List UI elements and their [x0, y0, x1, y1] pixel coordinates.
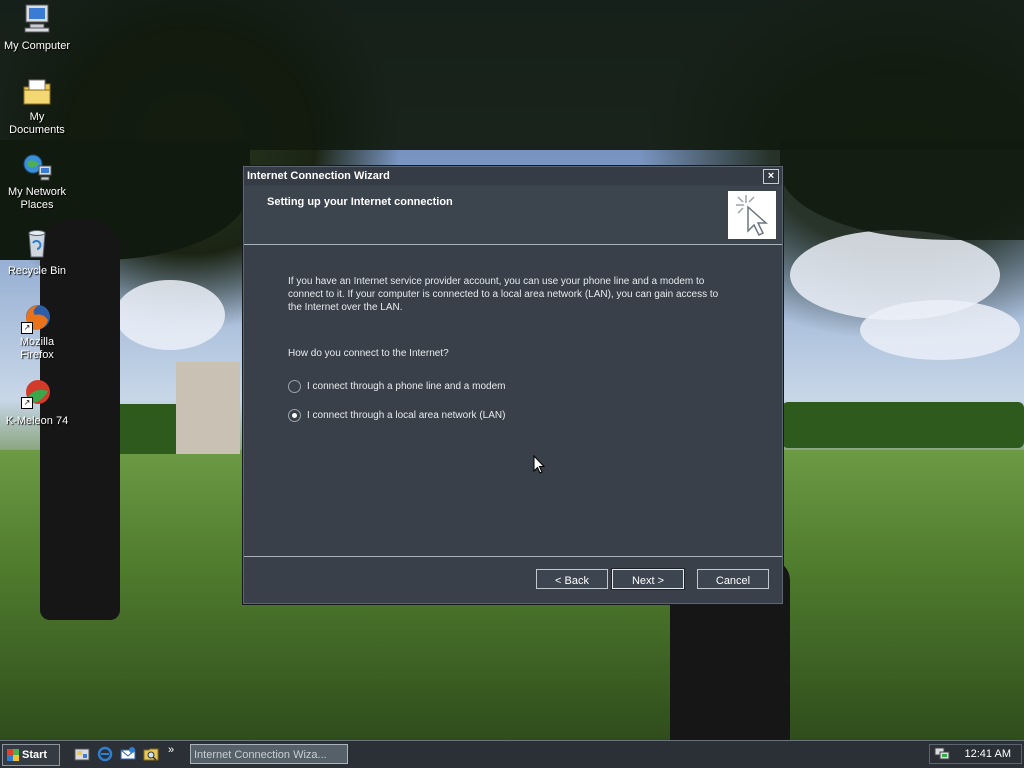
desktop-icon-label: K-Meleon 74	[5, 415, 69, 427]
cursor-sparkle-icon	[736, 195, 768, 237]
desktop-icon-label: My Documents	[9, 111, 65, 136]
wizard-header-title: Setting up your Internet connection	[267, 196, 453, 208]
tree-canopy	[0, 0, 1024, 150]
back-button[interactable]: < Back	[536, 569, 608, 589]
show-desktop-icon[interactable]	[74, 746, 90, 762]
desktop-icon-my-network-places[interactable]: My Network Places	[0, 152, 74, 213]
network-status-icon[interactable]	[934, 747, 950, 761]
system-clock[interactable]: 12:41 AM	[965, 748, 1011, 760]
system-tray: 12:41 AM	[929, 744, 1022, 764]
close-button[interactable]: ×	[763, 169, 779, 184]
wizard-content: If you have an Internet service provider…	[244, 246, 782, 557]
hedge	[782, 402, 1024, 448]
window-title: Internet Connection Wizard	[247, 170, 390, 182]
start-button[interactable]: Start	[2, 744, 60, 766]
option-label: I connect through a local area network (…	[307, 410, 506, 421]
mouse-pointer-icon	[533, 455, 545, 474]
desktop-icon-label: My Network Places	[7, 186, 67, 211]
cloud	[115, 280, 225, 350]
tree-canopy	[780, 140, 1024, 240]
taskbar: Start » Internet Connection Wiza... 12:4…	[0, 740, 1024, 768]
outlook-express-icon[interactable]	[120, 746, 136, 762]
desktop-icon-my-computer[interactable]: My Computer	[0, 2, 74, 54]
desktop: My Computer My Documents My Network Plac…	[0, 0, 1024, 768]
hedge	[112, 404, 186, 454]
wizard-intro-text: If you have an Internet service provider…	[288, 276, 719, 313]
internet-connection-wizard-window: Internet Connection Wizard × Setting up …	[242, 165, 784, 605]
internet-explorer-icon[interactable]	[97, 746, 113, 762]
cloud	[860, 300, 1020, 360]
close-icon: ×	[767, 170, 775, 182]
radio-phone-modem[interactable]	[288, 380, 301, 393]
taskbar-button-internet-connection-wizard[interactable]: Internet Connection Wiza...	[190, 744, 348, 764]
recycle-bin-icon	[21, 227, 53, 259]
desktop-icon-label: Mozilla Firefox	[19, 336, 55, 361]
desktop-icon-k-meleon[interactable]: ↗ K-Meleon 74	[0, 377, 74, 429]
k-meleon-icon: ↗	[21, 377, 53, 409]
network-icon	[21, 152, 53, 184]
window-titlebar[interactable]: Internet Connection Wizard ×	[244, 167, 782, 185]
wizard-header-image	[728, 191, 776, 239]
castle	[176, 362, 240, 454]
folder-icon	[21, 77, 53, 109]
search-folder-icon[interactable]	[143, 746, 159, 762]
desktop-icon-mozilla-firefox[interactable]: ↗ Mozilla Firefox	[0, 302, 74, 363]
wizard-footer: < Back Next > Cancel	[244, 557, 782, 603]
desktop-icon-my-documents[interactable]: My Documents	[0, 77, 74, 138]
desktop-icon-label: My Computer	[3, 40, 71, 52]
radio-lan[interactable]	[288, 409, 301, 422]
computer-icon	[21, 2, 53, 34]
shortcut-arrow-icon: ↗	[21, 322, 33, 334]
quick-launch-chevron[interactable]: »	[168, 744, 174, 756]
option-phone-modem[interactable]: I connect through a phone line and a mod…	[288, 380, 505, 393]
windows-flag-icon	[7, 749, 19, 761]
start-label: Start	[22, 749, 48, 761]
cancel-button[interactable]: Cancel	[697, 569, 769, 589]
desktop-icon-recycle-bin[interactable]: Recycle Bin	[0, 227, 74, 279]
wizard-header: Setting up your Internet connection	[244, 186, 782, 245]
desktop-icon-label: Recycle Bin	[7, 265, 67, 277]
next-button[interactable]: Next >	[612, 569, 684, 589]
option-label: I connect through a phone line and a mod…	[307, 381, 506, 392]
firefox-icon: ↗	[21, 302, 53, 334]
option-lan[interactable]: I connect through a local area network (…	[288, 409, 505, 422]
shortcut-arrow-icon: ↗	[21, 397, 33, 409]
connection-question: How do you connect to the Internet?	[288, 348, 449, 359]
